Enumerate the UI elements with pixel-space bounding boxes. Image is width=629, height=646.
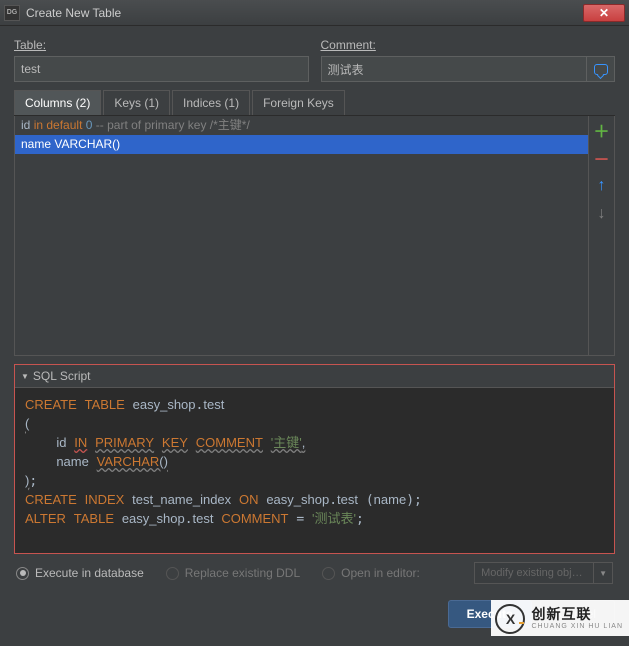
- titlebar: DG Create New Table ✕: [0, 0, 629, 26]
- tabs: Columns (2) Keys (1) Indices (1) Foreign…: [14, 90, 615, 116]
- tab-keys[interactable]: Keys (1): [103, 90, 170, 115]
- watermark: X 创新互联 CHUANG XIN HU LIAN: [491, 600, 629, 636]
- move-down-button[interactable]: ↓: [594, 206, 610, 222]
- radio-open-editor[interactable]: Open in editor:: [322, 566, 420, 580]
- radio-replace-ddl[interactable]: Replace existing DDL: [166, 566, 300, 580]
- radio-label: Open in editor:: [341, 566, 420, 580]
- move-up-button[interactable]: ↑: [594, 178, 610, 194]
- watermark-cn: 创新互联: [531, 607, 623, 622]
- watermark-logo-icon: X: [495, 604, 525, 634]
- open-comment-button[interactable]: [587, 56, 615, 82]
- radio-icon: [166, 567, 179, 580]
- radio-icon: [322, 567, 335, 580]
- sql-script-title: SQL Script: [33, 369, 91, 383]
- chevron-down-icon: ▼: [594, 562, 613, 584]
- sql-script-panel: ▼ SQL Script CREATE TABLE easy_shop.test…: [14, 364, 615, 554]
- app-icon: DG: [4, 5, 20, 21]
- comment-label: Comment:: [321, 38, 616, 52]
- open-editor-dropdown: Modify existing obj… ▼: [474, 562, 613, 584]
- radio-label: Replace existing DDL: [185, 566, 300, 580]
- window-title: Create New Table: [26, 6, 583, 20]
- sql-script-header[interactable]: ▼ SQL Script: [15, 365, 614, 387]
- options-row: Execute in database Replace existing DDL…: [14, 554, 615, 596]
- radio-label: Execute in database: [35, 566, 144, 580]
- arrow-up-icon: ↑: [598, 177, 606, 195]
- column-row[interactable]: name VARCHAR(): [15, 135, 588, 154]
- columns-list[interactable]: id in default 0 -- part of primary key /…: [15, 116, 588, 355]
- close-icon: ✕: [599, 6, 609, 20]
- remove-column-button[interactable]: －: [594, 150, 610, 166]
- plus-icon: ＋: [594, 118, 610, 142]
- minus-icon: －: [594, 146, 610, 170]
- tab-foreign-keys[interactable]: Foreign Keys: [252, 90, 345, 115]
- columns-side-toolbar: ＋ － ↑ ↓: [588, 116, 614, 355]
- watermark-en: CHUANG XIN HU LIAN: [531, 623, 623, 631]
- columns-area: id in default 0 -- part of primary key /…: [14, 116, 615, 356]
- close-button[interactable]: ✕: [583, 4, 625, 22]
- tab-indices[interactable]: Indices (1): [172, 90, 250, 115]
- tab-columns[interactable]: Columns (2): [14, 90, 101, 115]
- comment-bubble-icon: [594, 64, 608, 75]
- column-row[interactable]: id in default 0 -- part of primary key /…: [15, 116, 588, 135]
- sql-code-area[interactable]: CREATE TABLE easy_shop.test ( id IN PRIM…: [15, 387, 614, 553]
- add-column-button[interactable]: ＋: [594, 122, 610, 138]
- collapse-icon: ▼: [21, 372, 29, 381]
- table-comment-input[interactable]: [321, 56, 588, 82]
- radio-execute-db[interactable]: Execute in database: [16, 566, 144, 580]
- radio-icon: [16, 567, 29, 580]
- editor-dropdown-value: Modify existing obj…: [474, 562, 594, 584]
- table-name-input[interactable]: [14, 56, 309, 82]
- footer: Execute Cancel X 创新互联 CHUANG XIN HU LIAN: [14, 596, 615, 628]
- arrow-down-icon: ↓: [598, 205, 606, 223]
- table-label: Table:: [14, 38, 309, 52]
